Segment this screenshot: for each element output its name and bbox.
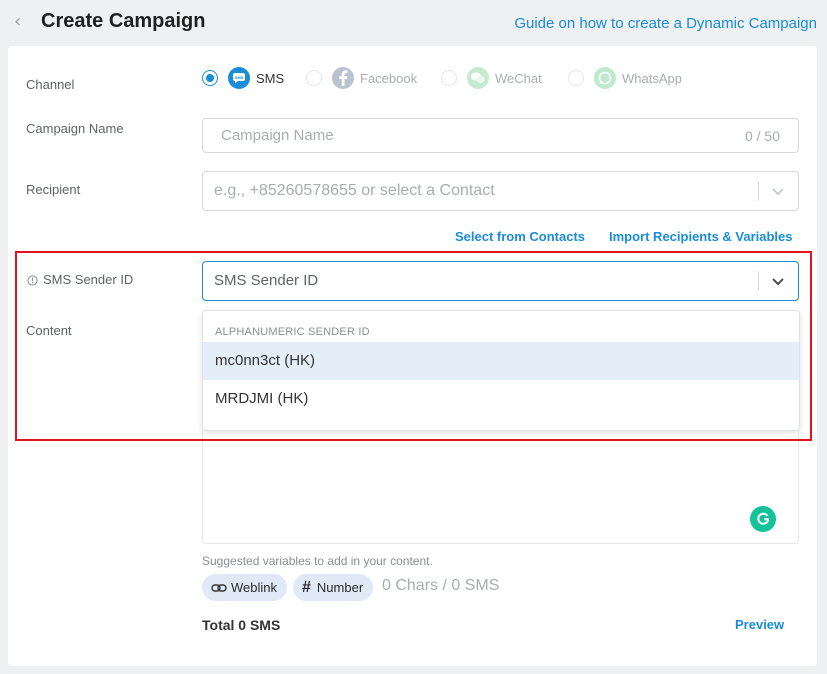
whatsapp-radio[interactable] bbox=[568, 70, 584, 86]
facebook-radio[interactable] bbox=[306, 70, 322, 86]
channel-option-wechat[interactable]: WeChat bbox=[441, 66, 542, 90]
total-sms: Total 0 SMS bbox=[202, 617, 281, 633]
weblink-chip-label: Weblink bbox=[231, 580, 278, 595]
hash-icon: # bbox=[302, 578, 311, 596]
back-chevron-icon[interactable]: ‹ bbox=[14, 11, 32, 33]
link-icon bbox=[211, 583, 227, 593]
chars-counter: 0 Chars / 0 SMS bbox=[382, 577, 500, 594]
campaign-name-counter: 0 / 50 bbox=[744, 128, 780, 144]
chevron-down-icon[interactable] bbox=[771, 187, 785, 197]
channel-option-whatsapp[interactable]: WhatsApp bbox=[568, 66, 682, 90]
select-from-contacts-link[interactable]: Select from Contacts bbox=[455, 229, 585, 244]
channel-option-sms[interactable]: SMS SMS bbox=[202, 66, 284, 90]
number-chip[interactable]: # Number bbox=[293, 574, 374, 601]
recipient-label: Recipient bbox=[26, 182, 81, 197]
recipient-separator bbox=[758, 181, 759, 201]
channel-label: Channel bbox=[26, 77, 75, 92]
facebook-icon bbox=[332, 67, 354, 89]
number-chip-label: Number bbox=[316, 580, 364, 595]
weblink-chip[interactable]: Weblink bbox=[202, 574, 288, 601]
sms-icon: SMS bbox=[228, 67, 250, 89]
wechat-icon bbox=[467, 67, 489, 89]
suggested-variables-text: Suggested variables to add in your conte… bbox=[202, 554, 433, 568]
import-recipients-link[interactable]: Import Recipients & Variables bbox=[609, 229, 793, 244]
top-bar: ‹ Create Campaign Guide on how to create… bbox=[0, 0, 827, 46]
channel-radio-group: SMS SMS Facebook WeChat WhatsApp bbox=[202, 66, 722, 90]
recipient-select[interactable]: e.g., +85260578655 or select a Contact bbox=[202, 171, 799, 211]
campaign-name-placeholder: Campaign Name bbox=[221, 127, 334, 144]
grammarly-icon[interactable] bbox=[750, 506, 776, 532]
recipient-placeholder: e.g., +85260578655 or select a Contact bbox=[214, 182, 495, 199]
sms-label: SMS bbox=[256, 70, 285, 86]
guide-link[interactable]: Guide on how to create a Dynamic Campaig… bbox=[514, 15, 817, 32]
preview-link[interactable]: Preview bbox=[735, 617, 784, 632]
svg-text:SMS: SMS bbox=[235, 75, 244, 80]
wechat-label: WeChat bbox=[495, 70, 542, 86]
facebook-label: Facebook bbox=[360, 70, 418, 86]
highlight-annotation-box bbox=[15, 251, 812, 441]
campaign-name-input[interactable]: Campaign Name 0 / 50 bbox=[202, 118, 799, 153]
channel-option-facebook[interactable]: Facebook bbox=[306, 66, 417, 90]
page-title: Create Campaign bbox=[41, 10, 206, 32]
whatsapp-label: WhatsApp bbox=[622, 70, 682, 86]
whatsapp-icon bbox=[594, 67, 616, 89]
campaign-name-label: Campaign Name bbox=[26, 121, 124, 136]
content-textarea[interactable] bbox=[202, 430, 799, 544]
wechat-radio[interactable] bbox=[441, 70, 457, 86]
sms-radio[interactable] bbox=[202, 70, 218, 86]
